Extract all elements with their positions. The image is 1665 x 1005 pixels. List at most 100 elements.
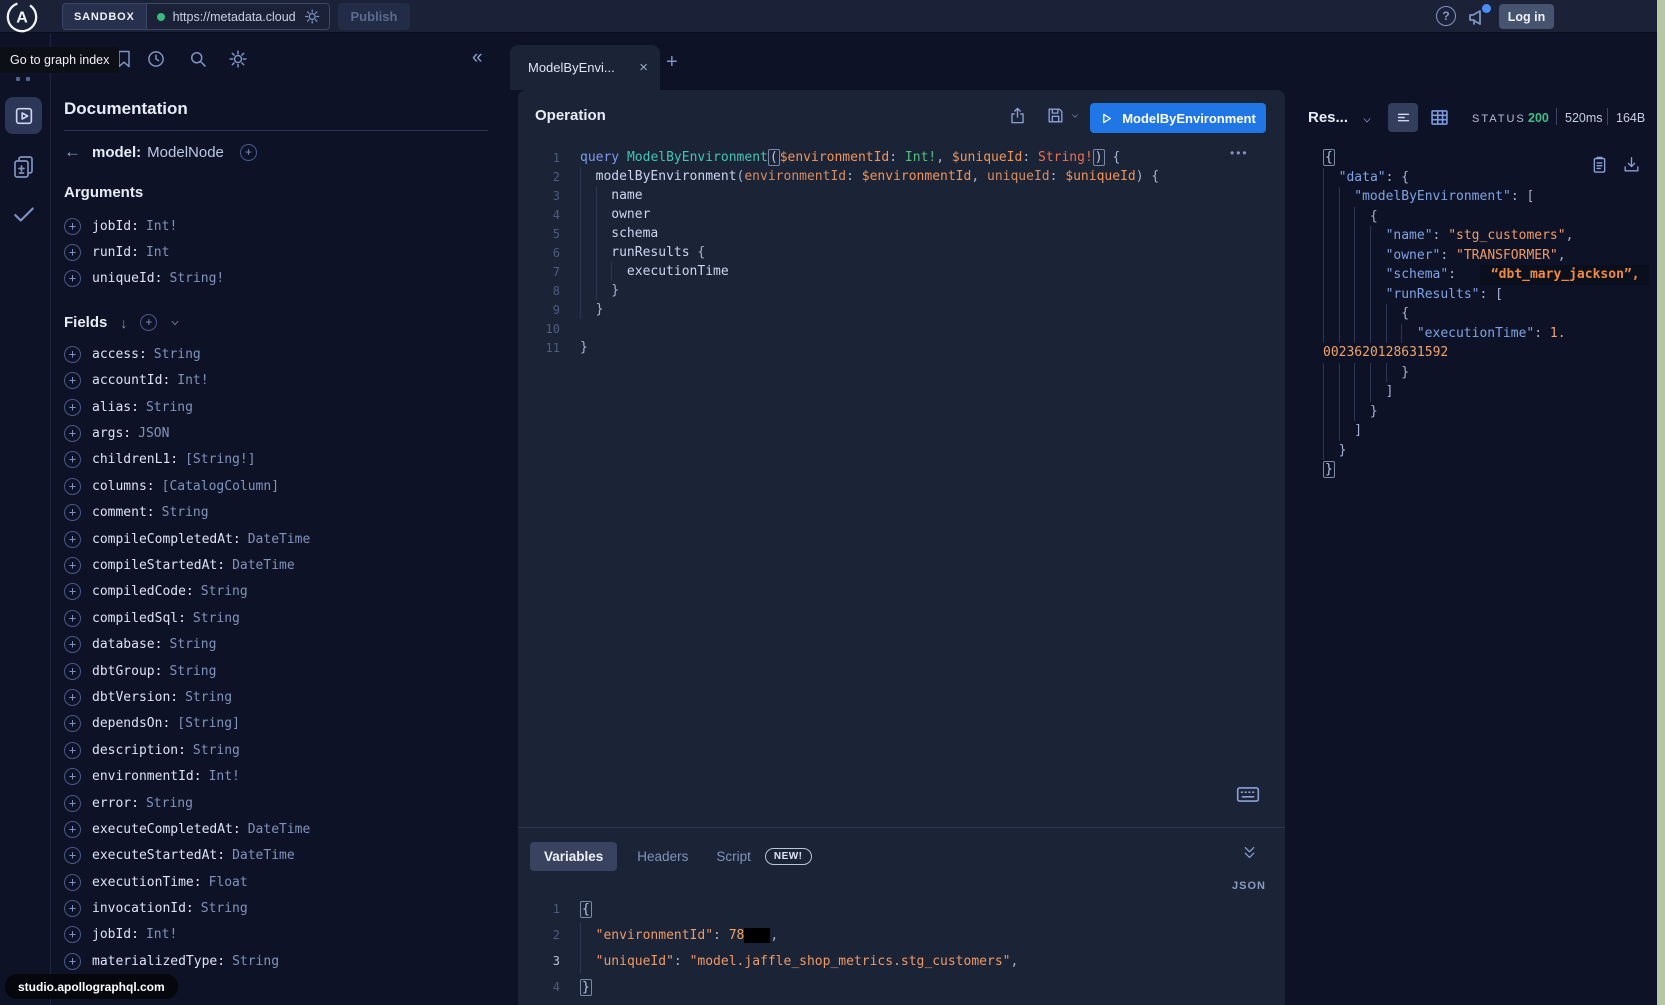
field-type[interactable]: Int xyxy=(146,245,169,260)
graphql-editor[interactable]: 1query ModelByEnvironment($environmentId… xyxy=(526,148,1159,357)
field-type[interactable]: String xyxy=(162,505,209,520)
add-to-query-icon[interactable]: + xyxy=(64,425,81,442)
sidebar-item-explorer[interactable] xyxy=(5,97,42,134)
share-icon[interactable] xyxy=(1008,106,1027,125)
apollo-logo[interactable]: A xyxy=(5,0,39,34)
save-menu-chevron-icon[interactable] xyxy=(1070,112,1080,120)
field-row[interactable]: +dependsOn:[String] xyxy=(64,711,518,737)
add-to-query-icon[interactable]: + xyxy=(64,663,81,680)
history-icon[interactable] xyxy=(146,49,166,69)
download-response-icon[interactable] xyxy=(1622,155,1641,174)
tab-modelbyenvironment[interactable]: ModelByEnvi... × xyxy=(510,45,660,90)
field-row[interactable]: +jobId:Int! xyxy=(64,922,518,948)
add-to-query-icon[interactable]: + xyxy=(64,218,81,235)
field-row[interactable]: +database:String xyxy=(64,631,518,657)
field-type[interactable]: Int! xyxy=(209,769,240,784)
field-type[interactable]: String xyxy=(193,743,240,758)
new-tab-icon[interactable]: + xyxy=(666,51,678,74)
breadcrumb-type-name[interactable]: ModelNode xyxy=(147,144,224,161)
add-to-query-icon[interactable]: + xyxy=(64,557,81,574)
field-row[interactable]: +dbtVersion:String xyxy=(64,684,518,710)
field-row[interactable]: +columns:[CatalogColumn] xyxy=(64,473,518,499)
run-operation-button[interactable]: ModelByEnvironment xyxy=(1090,103,1266,133)
field-row[interactable]: +executeStartedAt:DateTime xyxy=(64,843,518,869)
login-button[interactable]: Log in xyxy=(1499,4,1554,29)
add-field-icon[interactable]: + xyxy=(240,144,257,161)
field-type[interactable]: String xyxy=(185,690,232,705)
field-type[interactable]: [CatalogColumn] xyxy=(162,479,279,494)
response-chevron-icon[interactable] xyxy=(1360,116,1374,125)
tab-variables[interactable]: Variables xyxy=(530,842,617,871)
field-row[interactable]: +dbtGroup:String xyxy=(64,658,518,684)
add-to-query-icon[interactable]: + xyxy=(64,900,81,917)
add-to-query-icon[interactable]: + xyxy=(64,399,81,416)
field-row[interactable]: +executionTime:Float xyxy=(64,869,518,895)
sort-fields-icon[interactable]: ↓ xyxy=(120,315,127,331)
endpoint-url-text[interactable]: https://metadata.cloud.get xyxy=(173,10,297,24)
add-to-query-icon[interactable]: + xyxy=(64,451,81,468)
field-type[interactable]: [String!] xyxy=(185,452,255,467)
chevron-down-icon[interactable] xyxy=(170,318,180,328)
add-to-query-icon[interactable]: + xyxy=(64,953,81,970)
add-to-query-icon[interactable]: + xyxy=(64,531,81,548)
field-row[interactable]: +childrenL1:[String!] xyxy=(64,447,518,473)
collapse-docs-panel-icon[interactable]: « xyxy=(472,47,483,69)
add-all-fields-icon[interactable]: + xyxy=(140,314,157,331)
field-type[interactable]: String xyxy=(169,637,216,652)
field-type[interactable]: String xyxy=(201,584,248,599)
field-type[interactable]: Float xyxy=(209,875,248,890)
field-type[interactable]: DateTime xyxy=(248,822,311,837)
add-to-query-icon[interactable]: + xyxy=(64,270,81,287)
field-row[interactable]: +access:String xyxy=(64,341,518,367)
argument-row[interactable]: +jobId:Int! xyxy=(64,213,518,239)
endpoint-url-field[interactable]: https://metadata.cloud.get xyxy=(147,4,329,29)
field-row[interactable]: +error:String xyxy=(64,790,518,816)
field-row[interactable]: +alias:String xyxy=(64,394,518,420)
operation-menu-icon[interactable]: ••• xyxy=(1230,146,1249,160)
add-to-query-icon[interactable]: + xyxy=(64,742,81,759)
add-to-query-icon[interactable]: + xyxy=(64,636,81,653)
field-row[interactable]: +compiledCode:String xyxy=(64,579,518,605)
field-type[interactable]: Int! xyxy=(146,927,177,942)
field-type[interactable]: JSON xyxy=(138,426,169,441)
field-type[interactable]: [String] xyxy=(177,716,240,731)
search-icon[interactable] xyxy=(188,49,208,69)
response-json-viewer[interactable]: {"data": {"modelByEnvironment": [{"name"… xyxy=(1323,148,1649,480)
field-row[interactable]: +executeCompletedAt:DateTime xyxy=(64,816,518,842)
save-icon[interactable] xyxy=(1046,106,1065,125)
field-row[interactable]: +comment:String xyxy=(64,500,518,526)
copy-response-icon[interactable] xyxy=(1590,155,1609,174)
field-type[interactable]: DateTime xyxy=(248,532,311,547)
argument-row[interactable]: +uniqueId:String! xyxy=(64,266,518,292)
tab-script[interactable]: Script xyxy=(708,842,753,871)
add-to-query-icon[interactable]: + xyxy=(64,821,81,838)
field-row[interactable]: +materializedType:String xyxy=(64,948,518,974)
response-table-view-toggle[interactable] xyxy=(1429,107,1450,128)
tab-close-icon[interactable]: × xyxy=(639,59,648,76)
add-to-query-icon[interactable]: + xyxy=(64,874,81,891)
add-to-query-icon[interactable]: + xyxy=(64,795,81,812)
add-to-query-icon[interactable]: + xyxy=(64,583,81,600)
help-icon[interactable]: ? xyxy=(1436,6,1456,26)
add-to-query-icon[interactable]: + xyxy=(64,768,81,785)
endpoint-settings-gear-icon[interactable] xyxy=(304,8,320,25)
field-type[interactable]: String xyxy=(146,796,193,811)
add-to-query-icon[interactable]: + xyxy=(64,715,81,732)
field-type[interactable]: String xyxy=(146,400,193,415)
field-type[interactable]: String! xyxy=(169,271,224,286)
field-type[interactable]: DateTime xyxy=(232,848,295,863)
field-type[interactable]: Int! xyxy=(146,219,177,234)
field-row[interactable]: +compiledSql:String xyxy=(64,605,518,631)
add-to-query-icon[interactable]: + xyxy=(64,504,81,521)
response-raw-view-toggle[interactable] xyxy=(1388,103,1418,132)
field-row[interactable]: +compileCompletedAt:DateTime xyxy=(64,526,518,552)
add-to-query-icon[interactable]: + xyxy=(64,346,81,363)
sidebar-item-checks[interactable] xyxy=(11,201,37,227)
keyboard-shortcuts-icon[interactable] xyxy=(1236,787,1260,802)
field-type[interactable]: DateTime xyxy=(232,558,295,573)
tab-headers[interactable]: Headers xyxy=(629,842,696,871)
graph-index-icon[interactable] xyxy=(16,77,20,81)
field-row[interactable]: +invocationId:String xyxy=(64,895,518,921)
field-row[interactable]: +description:String xyxy=(64,737,518,763)
add-to-query-icon[interactable]: + xyxy=(64,610,81,627)
